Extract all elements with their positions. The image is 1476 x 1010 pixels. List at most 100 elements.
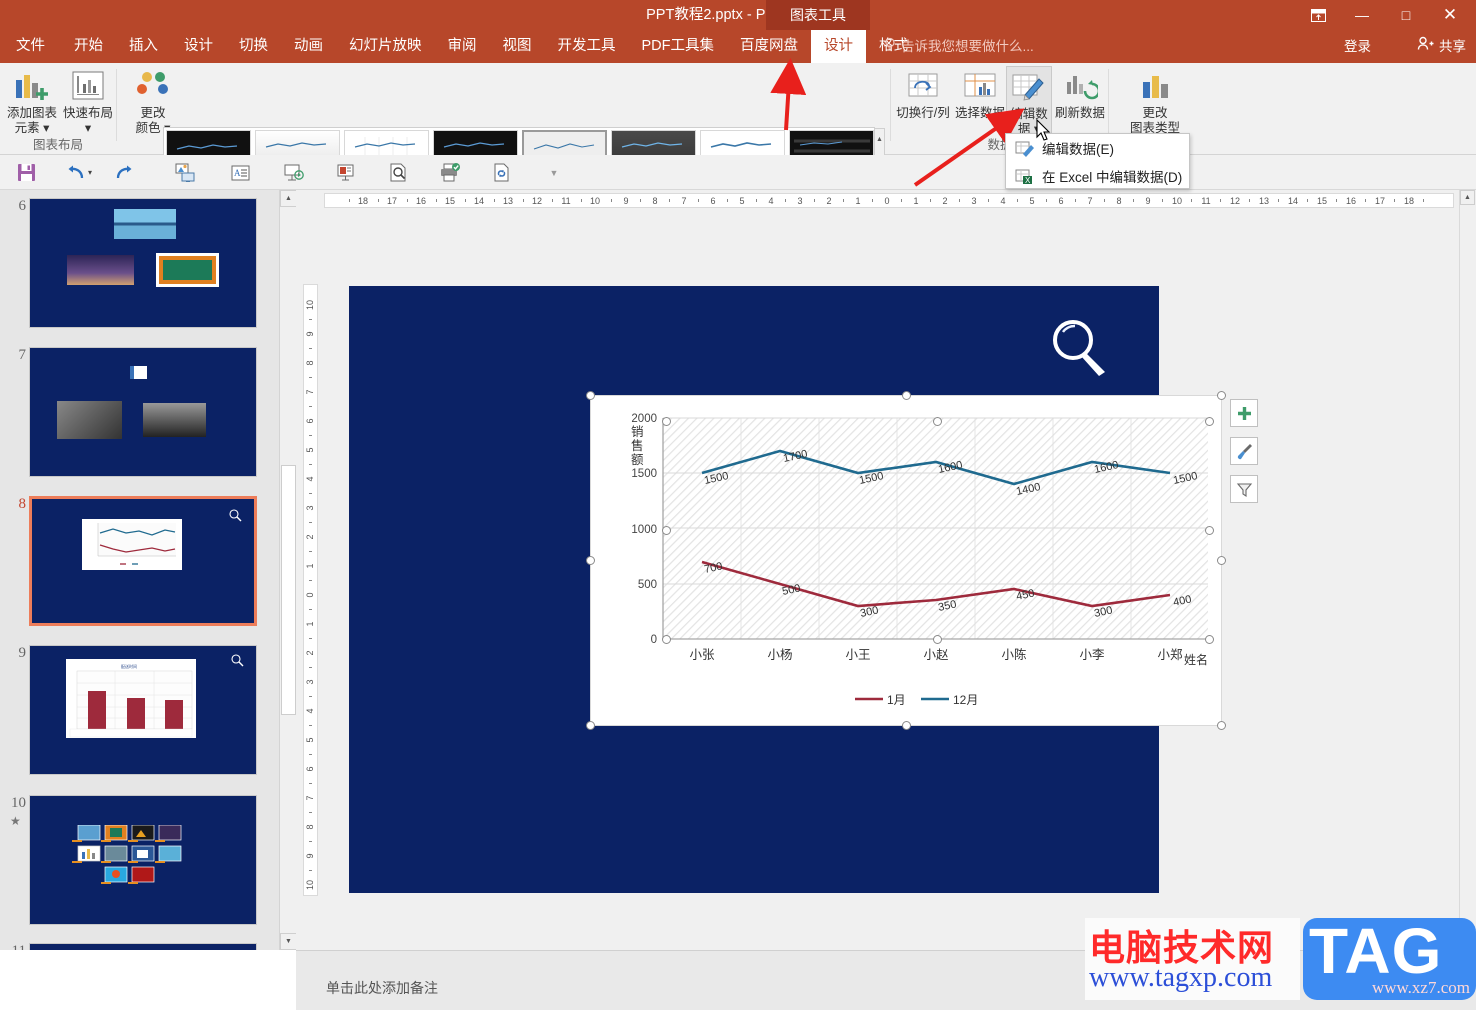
svg-text:14: 14: [1288, 196, 1298, 206]
hyperlink-icon[interactable]: [488, 159, 516, 186]
thumbnail-slide-8[interactable]: 8: [0, 496, 296, 646]
svg-text:6: 6: [305, 766, 315, 771]
chart-quick-buttons: [1230, 399, 1260, 513]
tab-slideshow[interactable]: 幻灯片放映: [336, 30, 435, 63]
thumbnail-scrollbar[interactable]: ▲ ▼: [279, 190, 296, 950]
add-chart-element-button[interactable]: 添加图表 元素 ▾: [2, 66, 62, 136]
undo-dropdown-icon[interactable]: ▾: [84, 159, 96, 186]
menu-item-edit-data[interactable]: 编辑数据(E): [1006, 134, 1189, 162]
svg-text:小陈: 小陈: [1001, 647, 1027, 662]
gallery-scroll-up-icon[interactable]: ▲: [875, 129, 884, 149]
chart-object[interactable]: 销 售 额 2000 1500 1000 500 0 1500 1700 150…: [590, 395, 1222, 726]
plot-handle-mr[interactable]: [1205, 526, 1214, 535]
chart-elements-button[interactable]: [1230, 399, 1258, 427]
svg-text:17: 17: [387, 196, 397, 206]
minimize-button[interactable]: —: [1340, 0, 1384, 30]
plot-handle-bl[interactable]: [662, 635, 671, 644]
svg-text:7: 7: [681, 196, 686, 206]
select-data-button[interactable]: 选择数据: [950, 66, 1010, 121]
notes-placeholder[interactable]: 单击此处添加备注: [326, 978, 438, 998]
thumbnail-scroll-thumb[interactable]: [281, 465, 296, 715]
tell-me-search[interactable]: 告诉我您想要做什么...: [884, 30, 1034, 63]
tab-view[interactable]: 视图: [490, 30, 545, 63]
current-slide[interactable]: 销 售 额 2000 1500 1000 500 0 1500 1700 150…: [349, 286, 1226, 893]
thumbnail-slide-11[interactable]: 11 毕业生情况统计表 学历 专业名称 专科 无: [0, 943, 296, 950]
present-icon[interactable]: [280, 159, 308, 186]
save-icon[interactable]: [12, 159, 40, 186]
tab-animations[interactable]: 动画: [281, 30, 336, 63]
tab-insert[interactable]: 插入: [116, 30, 171, 63]
thumbnail-slide-9[interactable]: 9 配送时间: [0, 645, 296, 795]
svg-text:15: 15: [445, 196, 455, 206]
thumbnail-canvas-6[interactable]: [29, 198, 257, 328]
thumbnail-canvas-7[interactable]: [29, 347, 257, 477]
maximize-button[interactable]: □: [1384, 0, 1428, 30]
tab-design[interactable]: 设计: [171, 30, 226, 63]
quick-print-icon[interactable]: [436, 159, 464, 186]
watermark: 电脑技术网 www.tagxp.com TAG www.xz7.com: [1085, 918, 1476, 1000]
plot-handle-tl[interactable]: [662, 417, 671, 426]
thumbnail-slide-10[interactable]: 10 ★: [0, 795, 296, 945]
switch-row-column-button[interactable]: 切换行/列: [892, 66, 954, 121]
start-from-beginning-icon[interactable]: [171, 159, 199, 186]
ribbon-display-options-icon[interactable]: [1296, 0, 1340, 30]
refresh-data-button[interactable]: 刷新数据: [1050, 66, 1110, 121]
plot-handle-tr[interactable]: [1205, 417, 1214, 426]
chart-handle-br[interactable]: [1217, 721, 1226, 730]
thumbnail-scroll-up-icon[interactable]: ▲: [280, 190, 296, 207]
thumbnail-slide-6[interactable]: 6: [0, 198, 296, 348]
svg-text:1: 1: [855, 196, 860, 206]
close-button[interactable]: ✕: [1428, 0, 1472, 30]
plot-handle-bc[interactable]: [933, 635, 942, 644]
text-box-icon[interactable]: A: [226, 159, 254, 186]
svg-text:11: 11: [1201, 196, 1210, 206]
change-chart-type-icon: [1120, 66, 1190, 106]
sign-in-link[interactable]: 登录: [1344, 30, 1371, 63]
thumbnail-canvas-10[interactable]: [29, 795, 257, 925]
thumbnail-canvas-9[interactable]: 配送时间: [29, 645, 257, 775]
tab-pdf-tools[interactable]: PDF工具集: [629, 30, 728, 63]
chart-handle-tr[interactable]: [1217, 391, 1226, 400]
customize-quick-access-toolbar-icon[interactable]: ▼: [540, 159, 568, 186]
slide-show-icon[interactable]: [332, 159, 360, 186]
print-preview-icon[interactable]: [384, 159, 412, 186]
svg-text:10: 10: [305, 880, 315, 890]
tab-baidu-netdisk[interactable]: 百度网盘: [727, 30, 811, 63]
quick-layout-label: 快速布局: [62, 106, 113, 120]
tab-file[interactable]: 文件: [0, 30, 61, 63]
thumbnail-slide-7[interactable]: 7: [0, 347, 296, 497]
chart-handle-ml[interactable]: [586, 556, 595, 565]
tab-home[interactable]: 开始: [61, 30, 116, 63]
chart-filters-button[interactable]: [1230, 475, 1258, 503]
quick-layout-button[interactable]: 快速布局 ▾: [58, 66, 118, 136]
canvas-scrollbar[interactable]: ▲ ▼: [1459, 190, 1476, 950]
tab-chart-design[interactable]: 设计: [811, 30, 866, 63]
chart-handle-bl[interactable]: [586, 721, 595, 730]
horizontal-ruler: 18 17 16 15 14 13 12 11 10 9 8 7 6543 2101 2345 6…: [324, 193, 1454, 208]
thumbnail-canvas-8-selected[interactable]: [29, 496, 257, 626]
tab-transitions[interactable]: 切换: [226, 30, 281, 63]
tab-review[interactable]: 审阅: [435, 30, 490, 63]
edit-data-dropdown-menu[interactable]: 编辑数据(E) X 在 Excel 中编辑数据(D): [1005, 133, 1190, 189]
menu-item-edit-data-in-excel[interactable]: X 在 Excel 中编辑数据(D): [1006, 162, 1189, 190]
plot-handle-br[interactable]: [1205, 635, 1214, 644]
chart-styles-button[interactable]: [1230, 437, 1258, 465]
change-colors-button[interactable]: 更改 颜色 ▾: [123, 66, 183, 136]
plot-handle-tc[interactable]: [933, 417, 942, 426]
share-button[interactable]: 共享: [1417, 30, 1466, 63]
window-title: PPT教程2.pptx - PowerPoint: [646, 7, 830, 23]
chart-handle-tc[interactable]: [902, 391, 911, 400]
menu-item-edit-data-label: 编辑数据(E): [1042, 142, 1114, 157]
thumbnail-canvas-11[interactable]: 毕业生情况统计表 学历 专业名称 专科 无: [29, 943, 257, 950]
tab-developer[interactable]: 开发工具: [545, 30, 629, 63]
svg-text:小杨: 小杨: [767, 647, 792, 662]
redo-icon[interactable]: [110, 159, 138, 186]
svg-text:小郑: 小郑: [1157, 647, 1183, 662]
chart-handle-bc[interactable]: [902, 721, 911, 730]
change-chart-type-button[interactable]: 更改 图表类型: [1120, 66, 1190, 136]
thumbnail-scroll-down-icon[interactable]: ▼: [280, 933, 296, 950]
chart-handle-tl[interactable]: [586, 391, 595, 400]
chart-handle-mr[interactable]: [1217, 556, 1226, 565]
canvas-scroll-up-icon[interactable]: ▲: [1460, 190, 1475, 205]
plot-handle-ml[interactable]: [662, 526, 671, 535]
